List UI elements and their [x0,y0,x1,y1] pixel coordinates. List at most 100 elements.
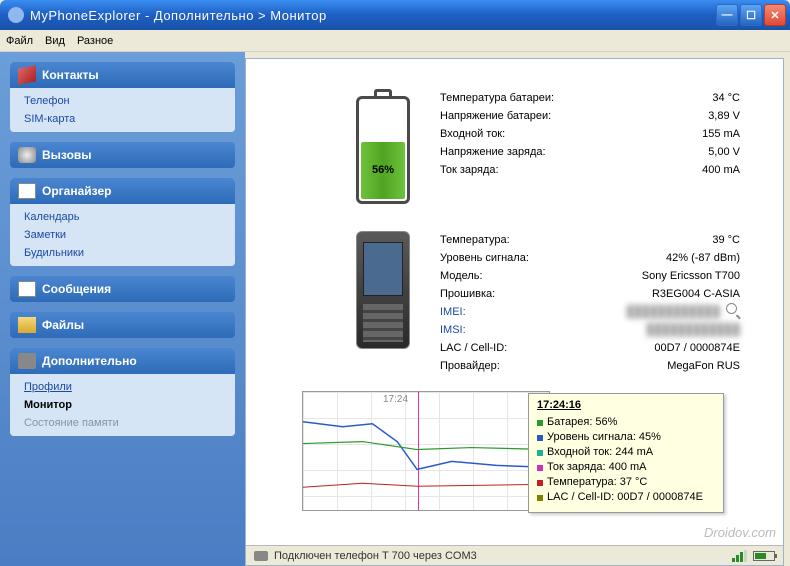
sidebar-item-monitor[interactable]: Монитор [10,396,235,414]
info-row: Температура батареи:34 °C [440,89,740,107]
info-value: 39 °C [712,231,740,249]
maximize-button[interactable]: ☐ [740,4,762,26]
statusbar: Подключен телефон T 700 через COM3 [246,545,783,565]
tooltip-text: LAC / Cell-ID: 00D7 / 0000874E [547,490,703,505]
info-row: IMEI:████████████ [440,303,740,321]
info-value: R3EG004 C-ASIA [652,285,740,303]
info-row: Уровень сигнала:42% (-87 dBm) [440,249,740,267]
titlebar: MyPhoneExplorer - Дополнительно > Монито… [0,0,790,30]
main-container: Контакты Телефон SIM-карта Вызовы Органа… [0,52,790,566]
statusbar-phone-icon [254,551,268,561]
info-row: Входной ток:155 mA [440,125,740,143]
sidebar-item-profiles[interactable]: Профили [10,378,235,396]
info-value: 3,89 V [708,107,740,125]
panel-calls: Вызовы [10,142,235,168]
panel-header-files[interactable]: Файлы [10,312,235,338]
chart-tooltip: 17:24:16 Батарея: 56%Уровень сигнала: 45… [528,393,724,513]
minimize-button[interactable]: — [716,4,738,26]
sidebar-item-memory[interactable]: Состояние памяти [10,414,235,432]
close-button[interactable]: ✕ [764,4,786,26]
sidebar-item-phone[interactable]: Телефон [10,92,235,110]
info-value: ████████████ [626,303,720,321]
menu-misc[interactable]: Разное [77,35,113,47]
panel-header-calls[interactable]: Вызовы [10,142,235,168]
phone-info-table: Температура:39 °CУровень сигнала:42% (-8… [440,231,740,375]
panel-body-organizer: Календарь Заметки Будильники [10,204,235,266]
info-row: LAC / Cell-ID:00D7 / 0000874E [440,339,740,357]
info-value: 00D7 / 0000874E [654,339,740,357]
panel-organizer: Органайзер Календарь Заметки Будильники [10,178,235,266]
info-key: Ток заряда: [440,161,702,179]
info-key: Провайдер: [440,357,667,375]
info-row: Модель:Sony Ericsson T700 [440,267,740,285]
info-key: Напряжение батареи: [440,107,708,125]
tooltip-row: Батарея: 56% [537,415,715,430]
info-row: Температура:39 °C [440,231,740,249]
info-key: Уровень сигнала: [440,249,666,267]
tooltip-text: Батарея: 56% [547,415,617,430]
menu-file[interactable]: Файл [6,35,33,47]
sidebar-item-notes[interactable]: Заметки [10,226,235,244]
info-row: Напряжение заряда:5,00 V [440,143,740,161]
info-key: Входной ток: [440,125,702,143]
tooltip-row: Температура: 37 °C [537,475,715,490]
sidebar: Контакты Телефон SIM-карта Вызовы Органа… [0,52,245,566]
info-key: IMEI: [440,303,626,321]
info-key: Температура батареи: [440,89,712,107]
sidebar-item-sim[interactable]: SIM-карта [10,110,235,128]
calls-icon [18,147,36,163]
panel-files: Файлы [10,312,235,338]
content-area: 56% Температура батареи:34 °CНапряжение … [245,58,784,566]
panel-header-messages[interactable]: Сообщения [10,276,235,302]
sidebar-item-alarms[interactable]: Будильники [10,244,235,262]
contacts-icon [18,65,36,84]
panel-header-extra[interactable]: Дополнительно [10,348,235,374]
window-controls: — ☐ ✕ [716,4,786,26]
signal-icon [732,550,747,562]
monitor-chart[interactable]: 17:24 [302,391,550,511]
info-key: Модель: [440,267,642,285]
panel-messages: Сообщения [10,276,235,302]
panel-contacts: Контакты Телефон SIM-карта [10,62,235,132]
window-title: MyPhoneExplorer - Дополнительно > Монито… [30,8,716,23]
tooltip-row: Входной ток: 244 mA [537,445,715,460]
tooltip-text: Ток заряда: 400 mA [547,460,647,475]
info-row: Ток заряда:400 mA [440,161,740,179]
panel-title: Дополнительно [42,354,137,368]
legend-dot [537,420,543,426]
info-key: IMSI: [440,321,646,339]
statusbar-text: Подключен телефон T 700 через COM3 [274,550,477,562]
info-row: IMSI:████████████ [440,321,740,339]
panel-header-organizer[interactable]: Органайзер [10,178,235,204]
phone-section: Температура:39 °CУровень сигнала:42% (-8… [356,231,763,375]
panel-title: Контакты [42,68,99,82]
messages-icon [18,281,36,297]
panel-extra: Дополнительно Профили Монитор Состояние … [10,348,235,436]
legend-dot [537,495,543,501]
battery-graphic: 56% [356,89,410,207]
info-row: Напряжение батареи:3,89 V [440,107,740,125]
menubar: Файл Вид Разное [0,30,790,52]
sidebar-item-calendar[interactable]: Календарь [10,208,235,226]
panel-body-contacts: Телефон SIM-карта [10,88,235,132]
panel-body-extra: Профили Монитор Состояние памяти [10,374,235,436]
legend-dot [537,435,543,441]
legend-dot [537,465,543,471]
tooltip-title: 17:24:16 [537,398,715,413]
panel-title: Сообщения [42,282,111,296]
tooltip-row: Ток заряда: 400 mA [537,460,715,475]
info-key: LAC / Cell-ID: [440,339,654,357]
battery-percent-label: 56% [361,142,405,199]
menu-view[interactable]: Вид [45,35,65,47]
tooltip-text: Входной ток: 244 mA [547,445,653,460]
panel-title: Органайзер [42,184,111,198]
info-key: Прошивка: [440,285,652,303]
magnifier-icon[interactable] [726,303,740,317]
info-key: Температура: [440,231,712,249]
info-value: ████████████ [646,321,740,339]
info-value: 400 mA [702,161,740,179]
info-value: 42% (-87 dBm) [666,249,740,267]
panel-header-contacts[interactable]: Контакты [10,62,235,88]
info-value: MegaFon RUS [667,357,740,375]
info-row: Прошивка:R3EG004 C-ASIA [440,285,740,303]
